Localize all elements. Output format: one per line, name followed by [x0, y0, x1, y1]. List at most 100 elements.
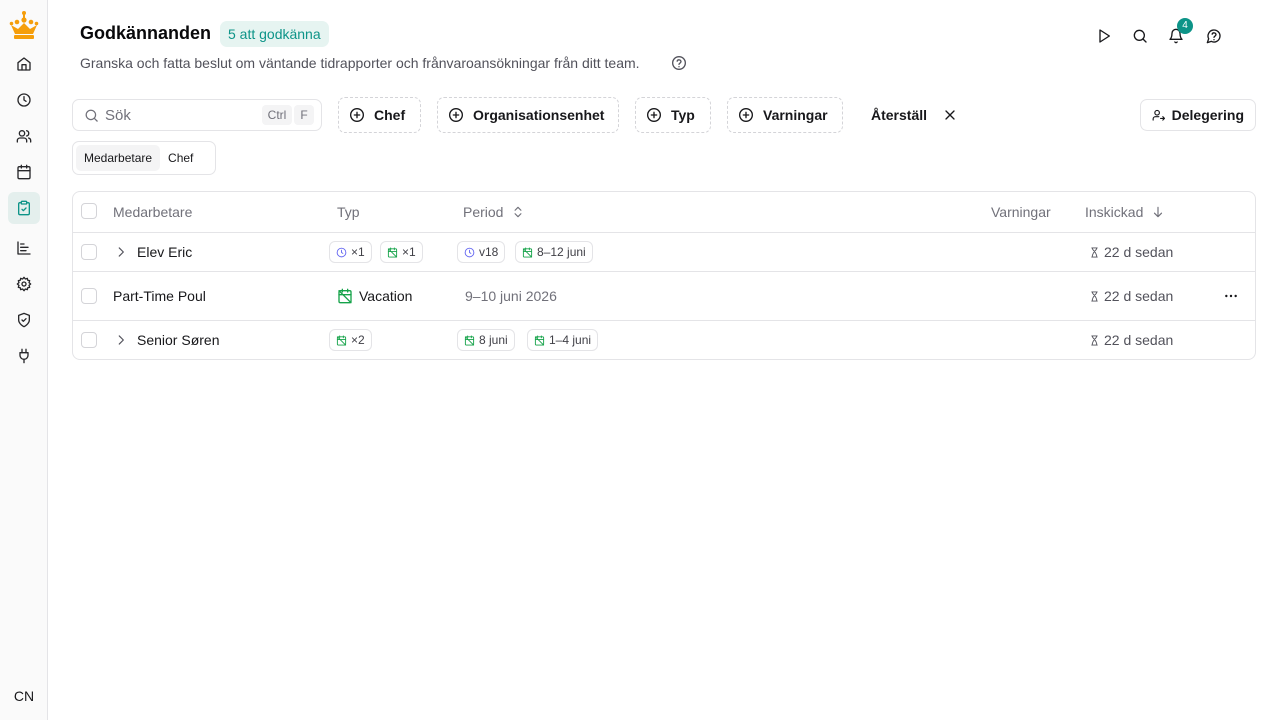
filter-warnings-label: Varningar [763, 107, 828, 123]
type-chip-absence: ×1 [380, 241, 423, 263]
page-title: Godkännanden [80, 23, 212, 43]
crown-logo[interactable] [8, 10, 40, 40]
message-question-icon [1206, 29, 1221, 44]
app: CN Godkännanden 5 att godkänna Granska o… [0, 0, 1280, 720]
filter-warnings-button[interactable]: Varningar [727, 97, 843, 133]
clock-icon [17, 93, 31, 107]
sidebar-item-security[interactable] [8, 304, 40, 336]
play-button[interactable] [1092, 24, 1116, 48]
toggle-employee[interactable]: Medarbetare [76, 145, 161, 171]
period-chip-label: 8 juni [479, 333, 508, 347]
calendar-icon [17, 164, 31, 180]
search-button[interactable] [1128, 24, 1152, 48]
sidebar-item-calendar[interactable] [8, 156, 40, 188]
column-period[interactable]: Period [463, 204, 525, 220]
clipboard-check-icon [18, 200, 30, 216]
period-chip-dates: 1–4 juni [527, 329, 599, 351]
calendar-off-icon [338, 288, 352, 304]
pending-count-badge: 5 att godkänna [220, 21, 329, 47]
close-icon [945, 110, 955, 120]
sidebar: CN [0, 0, 48, 720]
employee-name: Elev Eric [137, 244, 193, 260]
search-field[interactable]: Ctrl F [72, 99, 322, 131]
column-type[interactable]: Typ [337, 204, 360, 220]
table-row[interactable]: Elev Eric ×1 ×1 v18 8–12 juni 22 d sedan [73, 233, 1255, 272]
type-vacation: Vacation [337, 288, 412, 304]
calendar-off-icon [387, 246, 398, 258]
period-chip-dates: 8 juni [457, 329, 515, 351]
filter-type-label: Typ [671, 107, 695, 123]
row-checkbox[interactable] [81, 288, 97, 304]
period-chip-week: v18 [457, 241, 506, 263]
bar-chart-icon [17, 241, 31, 255]
column-submitted[interactable]: Inskickad [1085, 204, 1165, 220]
help-button[interactable] [1202, 24, 1226, 48]
shortcut-ctrl-key: Ctrl [262, 105, 292, 125]
type-chip-absence: ×2 [329, 329, 372, 351]
search-input[interactable] [105, 104, 255, 126]
chevron-right-icon [118, 247, 124, 257]
sidebar-item-home[interactable] [8, 48, 40, 80]
delegation-button[interactable]: Delegering [1140, 99, 1256, 131]
reset-filters-button[interactable]: Återställ [862, 97, 967, 133]
sidebar-item-integrations[interactable] [8, 340, 40, 372]
submitted-label: 22 d sedan [1104, 288, 1174, 304]
expand-row-button[interactable] [114, 333, 128, 347]
column-employee[interactable]: Medarbetare [113, 204, 192, 220]
play-icon [1099, 29, 1110, 43]
gear-icon [16, 276, 32, 292]
submitted-label: 22 d sedan [1104, 244, 1174, 260]
period-chip-label: 8–12 juni [537, 245, 586, 259]
sidebar-item-time[interactable] [8, 84, 40, 116]
submitted-time: 22 d sedan [1089, 332, 1173, 348]
search-icon [85, 109, 98, 122]
calendar-off-icon [534, 334, 545, 346]
shield-icon [18, 312, 30, 328]
avatar[interactable]: CN [8, 680, 40, 712]
plus-circle-icon [449, 108, 463, 122]
page-subtitle: Granska och fatta beslut om väntande tid… [80, 55, 640, 71]
notification-count: 4 [1177, 18, 1193, 34]
plus-circle-icon [647, 108, 661, 122]
table-row[interactable]: Part-Time Poul Vacation 9–10 juni 2026 2… [73, 272, 1255, 321]
type-chip-label: ×1 [402, 245, 416, 259]
hourglass-icon [1091, 290, 1098, 302]
approvals-table: Medarbetare Typ Period Varningar Inskick… [72, 191, 1256, 360]
column-period-label: Period [463, 204, 504, 220]
sidebar-item-approvals[interactable] [8, 192, 40, 224]
clock-icon [464, 247, 475, 257]
help-circle-icon[interactable] [671, 55, 687, 71]
filter-type-button[interactable]: Typ [635, 97, 711, 133]
period-chip-dates: 8–12 juni [515, 241, 593, 263]
type-chip-label: ×2 [351, 333, 365, 347]
calendar-off-icon [464, 334, 475, 346]
reset-filters-label: Återställ [871, 107, 928, 123]
sidebar-item-team[interactable] [8, 120, 40, 152]
delegation-label: Delegering [1171, 107, 1244, 123]
table-header: Medarbetare Typ Period Varningar Inskick… [73, 192, 1255, 233]
expand-row-button[interactable] [114, 245, 128, 259]
row-checkbox[interactable] [81, 244, 97, 260]
sidebar-item-settings[interactable] [8, 268, 40, 300]
row-actions-button[interactable] [1216, 283, 1246, 309]
table-row[interactable]: Senior Søren ×2 8 juni 1–4 juni 22 d sed… [73, 321, 1255, 359]
plus-circle-icon [350, 108, 364, 122]
hourglass-icon [1091, 334, 1098, 346]
column-submitted-label: Inskickad [1085, 204, 1144, 220]
plug-icon [19, 348, 29, 364]
submitted-time: 22 d sedan [1089, 288, 1173, 304]
filter-manager-button[interactable]: Chef [338, 97, 421, 133]
employee-name: Senior Søren [137, 332, 220, 348]
user-delegate-icon [1152, 109, 1166, 121]
select-all-checkbox[interactable] [81, 203, 97, 219]
row-checkbox[interactable] [81, 332, 97, 348]
home-icon [17, 57, 31, 71]
sidebar-item-reports[interactable] [8, 232, 40, 264]
users-icon [16, 130, 32, 143]
column-warnings[interactable]: Varningar [991, 204, 1051, 220]
filter-org-unit-button[interactable]: Organisationsenhet [437, 97, 619, 133]
submitted-time: 22 d sedan [1089, 244, 1173, 260]
arrow-down-icon [1154, 206, 1163, 218]
type-chip-timesheet: ×1 [329, 241, 372, 263]
toggle-manager[interactable]: Chef [160, 145, 201, 171]
